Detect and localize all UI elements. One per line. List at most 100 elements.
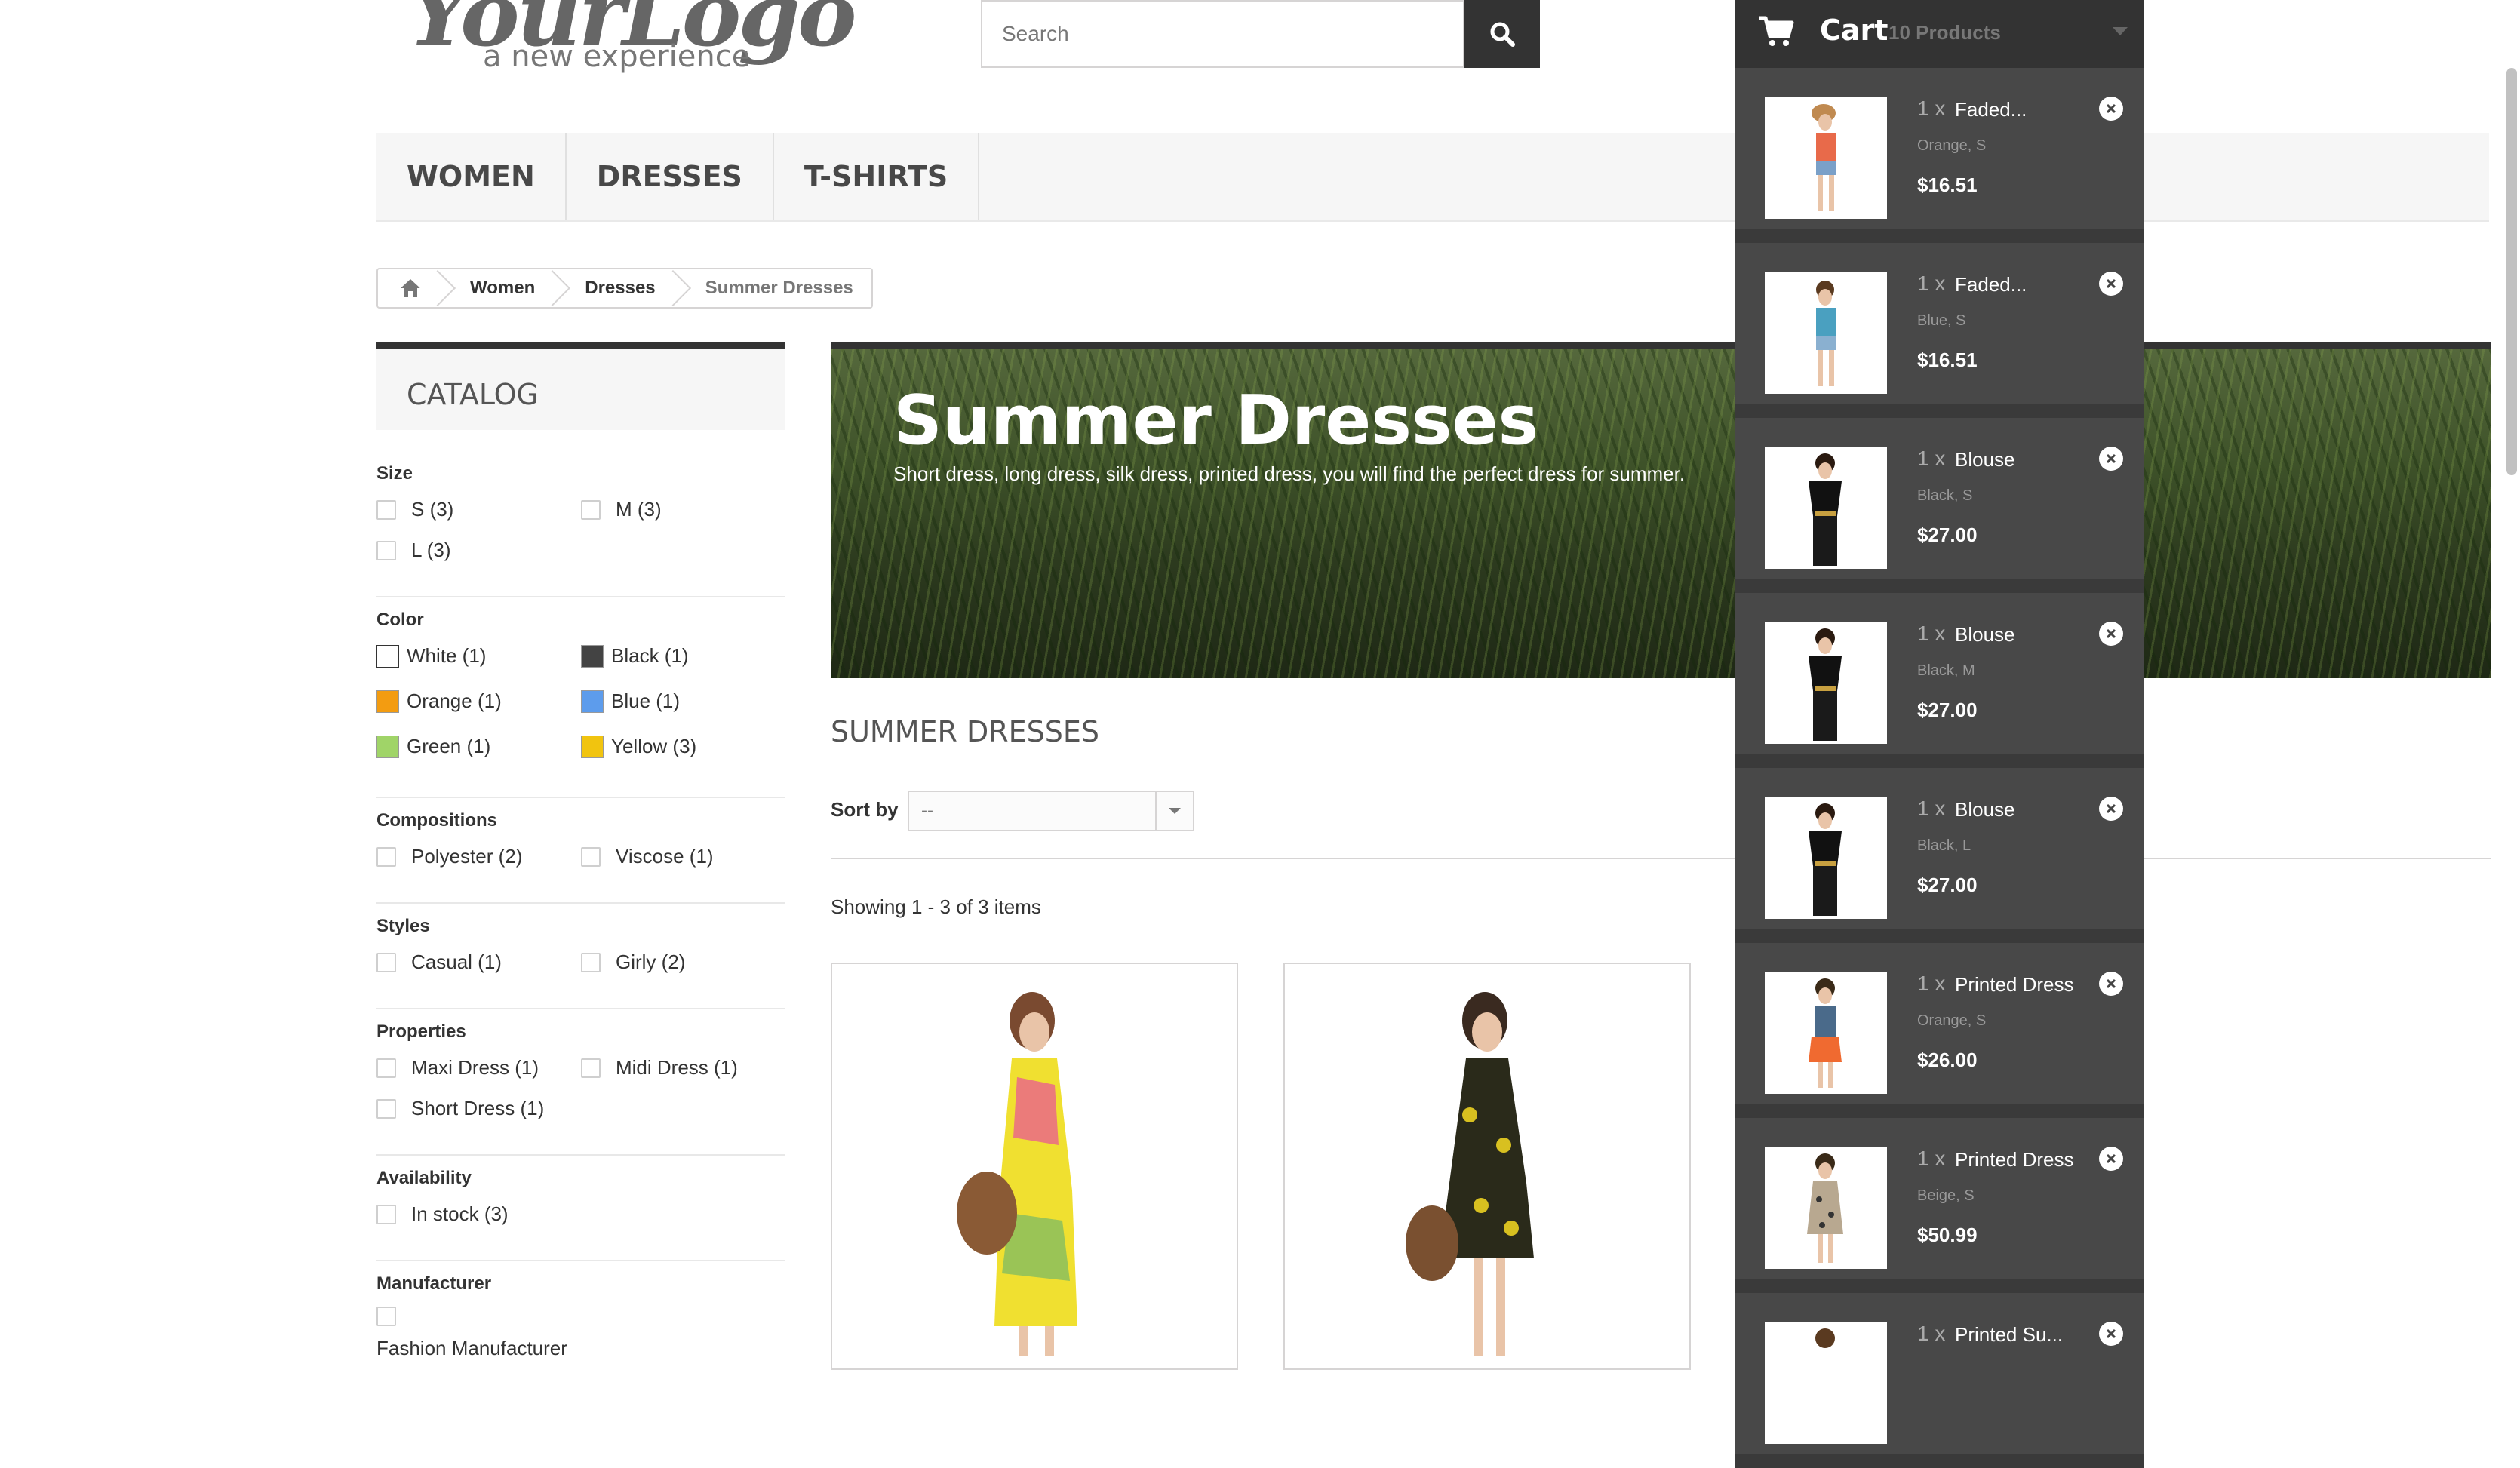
checkbox[interactable] — [376, 846, 396, 867]
cart-item: 1 x Blouse Black, L $27.00 — [1735, 768, 2144, 943]
remove-item-button[interactable] — [2099, 272, 2123, 296]
color-swatch[interactable] — [376, 689, 399, 713]
cart-item-qty: 1 x — [1917, 447, 1946, 470]
product-image[interactable] — [1285, 964, 1691, 1370]
shopping-cart-icon — [1759, 16, 1794, 46]
checkbox[interactable] — [376, 1058, 396, 1078]
remove-item-button[interactable] — [2099, 447, 2123, 471]
filter-color-black[interactable]: Black (1) — [581, 644, 689, 668]
color-swatch[interactable] — [581, 689, 604, 713]
cart-item-name[interactable]: Printed Su... — [1955, 1323, 2063, 1347]
checkbox[interactable] — [376, 1204, 396, 1224]
remove-item-button[interactable] — [2099, 972, 2123, 996]
remove-item-button[interactable] — [2099, 797, 2123, 821]
remove-item-button[interactable] — [2099, 97, 2123, 121]
checkbox[interactable] — [581, 952, 601, 972]
filter-size-l[interactable]: L (3) — [376, 539, 451, 562]
cart-item-name[interactable]: Blouse — [1955, 623, 2015, 646]
cart-item-image[interactable] — [1765, 622, 1887, 744]
filter-color-white[interactable]: White (1) — [376, 644, 486, 668]
cart-item-image[interactable] — [1765, 97, 1887, 219]
cart-item-image[interactable] — [1765, 272, 1887, 394]
sort-select[interactable]: -- — [908, 791, 1194, 831]
remove-item-button[interactable] — [2099, 1147, 2123, 1171]
cart-item-price: $50.99 — [1917, 1224, 1978, 1246]
cart-item-name[interactable]: Printed Dress — [1955, 1148, 2074, 1172]
filter-polyester[interactable]: Polyester (2) — [376, 845, 522, 868]
cart-item-name[interactable]: Blouse — [1955, 448, 2015, 471]
breadcrumb-dresses[interactable]: Dresses — [558, 269, 678, 307]
cart-header[interactable]: Cart 10 Products — [1735, 0, 2144, 68]
color-swatch[interactable] — [376, 735, 399, 758]
checkbox[interactable] — [581, 1058, 601, 1078]
logo-tagline: a new experience — [483, 39, 751, 74]
breadcrumb-women[interactable]: Women — [443, 269, 558, 307]
filter-maxi-dress[interactable]: Maxi Dress (1) — [376, 1056, 539, 1080]
divider — [831, 858, 2491, 859]
cart-item-price: $27.00 — [1917, 874, 1978, 896]
search-button[interactable] — [1464, 0, 1540, 68]
filter-size-m[interactable]: M (3) — [581, 498, 662, 521]
color-swatch[interactable] — [376, 644, 399, 668]
product-card[interactable] — [831, 963, 1238, 1370]
filter-label: Midi Dress (1) — [616, 1056, 738, 1079]
filter-short-dress[interactable]: Short Dress (1) — [376, 1097, 544, 1120]
filter-label: In stock (3) — [411, 1202, 509, 1225]
nav-women[interactable]: WOMEN — [376, 133, 567, 220]
home-icon — [401, 279, 420, 297]
filter-color-blue[interactable]: Blue (1) — [581, 689, 680, 713]
remove-item-button[interactable] — [2099, 622, 2123, 646]
filter-color-yellow[interactable]: Yellow (3) — [581, 735, 696, 758]
filter-midi-dress[interactable]: Midi Dress (1) — [581, 1056, 738, 1080]
filter-color-green[interactable]: Green (1) — [376, 735, 490, 758]
cart-item-name[interactable]: Faded... — [1955, 98, 2027, 121]
filter-girly[interactable]: Girly (2) — [581, 951, 685, 974]
cart-item: 1 x Printed Su... — [1735, 1293, 2144, 1468]
filter-styles-title: Styles — [376, 916, 430, 936]
site-logo[interactable]: YourLogo a new experience — [407, 0, 857, 83]
filter-label: Polyester (2) — [411, 845, 523, 868]
product-card[interactable] — [1283, 963, 1691, 1370]
cart-item-name[interactable]: Printed Dress — [1955, 973, 2074, 997]
checkbox[interactable] — [376, 1098, 396, 1119]
cart-item-image[interactable] — [1765, 797, 1887, 919]
product-image[interactable] — [832, 964, 1238, 1370]
checkbox[interactable] — [581, 499, 601, 520]
filter-viscose[interactable]: Viscose (1) — [581, 845, 714, 868]
main-nav: WOMEN DRESSES T-SHIRTS — [376, 133, 2489, 222]
cart-item-name[interactable]: Faded... — [1955, 273, 2027, 296]
filter-color-orange[interactable]: Orange (1) — [376, 689, 502, 713]
cart-item-name[interactable]: Blouse — [1955, 798, 2015, 822]
filter-size-s[interactable]: S (3) — [376, 498, 453, 521]
close-icon — [2106, 978, 2116, 989]
cart-item-image[interactable] — [1765, 1322, 1887, 1444]
checkbox[interactable] — [376, 499, 396, 520]
search-input[interactable] — [982, 2, 1435, 66]
breadcrumb-home[interactable] — [378, 269, 443, 307]
filter-label: White (1) — [407, 644, 487, 667]
cart-item-image[interactable] — [1765, 1147, 1887, 1269]
cart-count: 10 Products — [1888, 21, 2001, 44]
checkbox[interactable] — [376, 540, 396, 560]
filter-label: Casual (1) — [411, 951, 502, 973]
checkbox[interactable] — [376, 1307, 396, 1326]
cart-item-image[interactable] — [1765, 972, 1887, 1094]
filter-casual[interactable]: Casual (1) — [376, 951, 502, 974]
close-icon — [2106, 453, 2116, 464]
chevron-down-icon[interactable] — [2111, 26, 2129, 38]
remove-item-button[interactable] — [2099, 1322, 2123, 1346]
cart-item-attributes: Black, S — [1917, 487, 1973, 504]
cart-item: 1 x Faded... Blue, S $16.51 — [1735, 243, 2144, 418]
filter-manufacturer[interactable]: Fashion Manufacturer — [376, 1307, 567, 1360]
checkbox[interactable] — [581, 846, 601, 867]
page-scrollbar[interactable] — [2506, 68, 2517, 475]
nav-dresses[interactable]: DRESSES — [567, 133, 774, 220]
checkbox[interactable] — [376, 952, 396, 972]
filter-label: M (3) — [616, 498, 662, 521]
cart-item-image[interactable] — [1765, 447, 1887, 569]
color-swatch[interactable] — [581, 644, 604, 668]
nav-tshirts[interactable]: T-SHIRTS — [774, 133, 980, 220]
color-swatch[interactable] — [581, 735, 604, 758]
filter-in-stock[interactable]: In stock (3) — [376, 1202, 509, 1226]
cart-item-attributes: Black, L — [1917, 837, 1971, 854]
